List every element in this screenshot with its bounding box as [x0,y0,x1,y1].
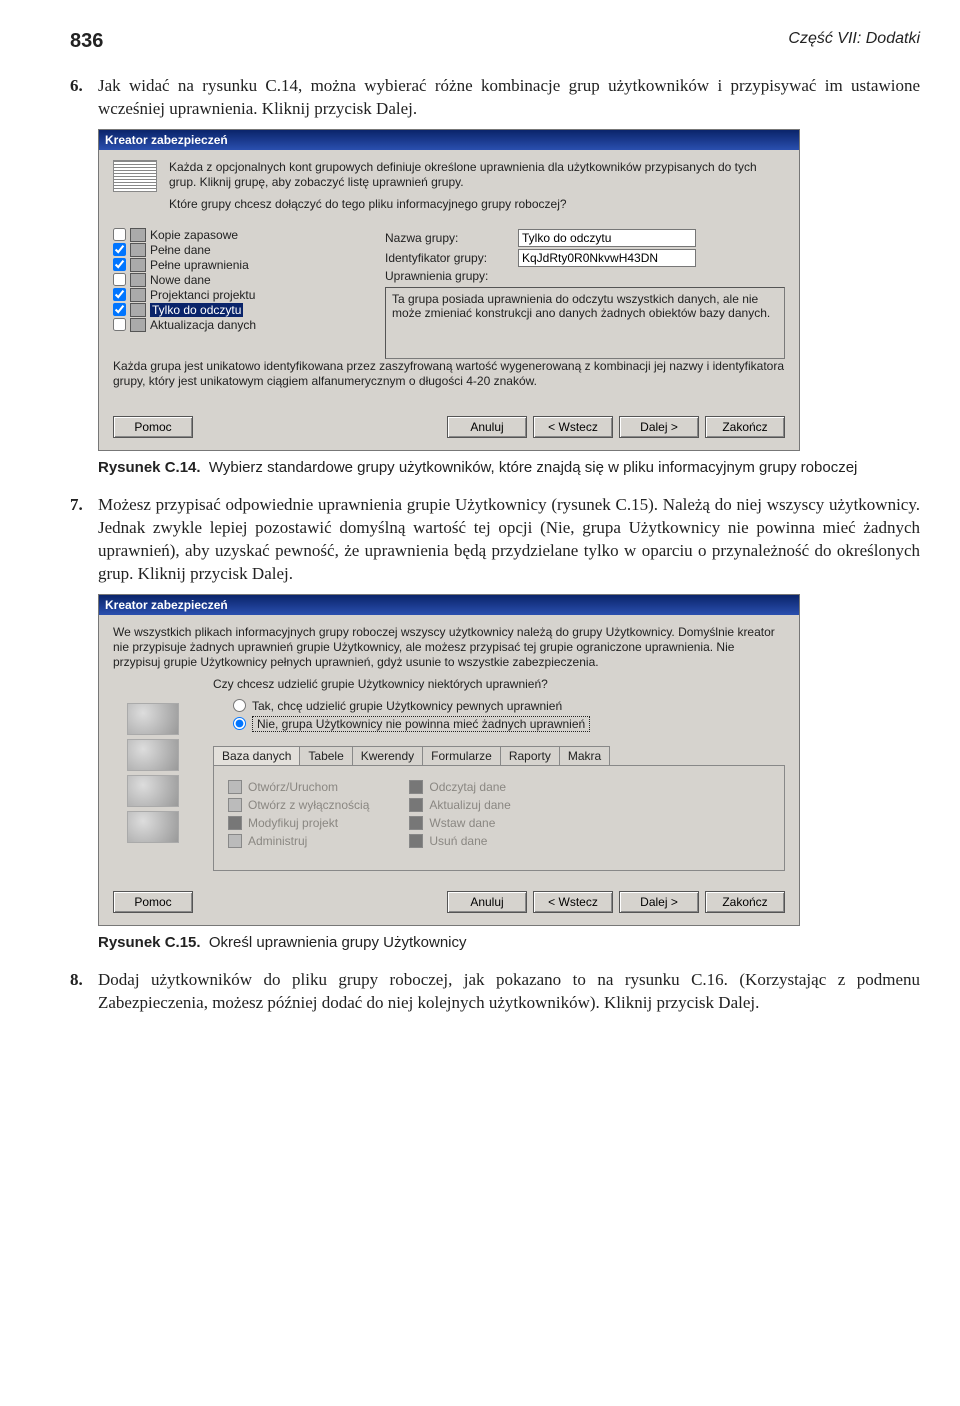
checkbox-kopie-zapasowe[interactable] [113,228,126,241]
side-icons [113,699,195,847]
group-label[interactable]: Projektanci projektu [150,288,255,302]
perm-label: Odczytaj dane [429,780,506,794]
caption-label: Rysunek C.14. [98,459,201,476]
checkbox-pelne-uprawnienia[interactable] [113,258,126,271]
help-button[interactable]: Pomoc [113,891,193,913]
checkbox-disabled [228,816,242,830]
caption-label: Rysunek C.15. [98,934,201,951]
help-button[interactable]: Pomoc [113,416,193,438]
cancel-button[interactable]: Anuluj [447,891,527,913]
checkbox-disabled [409,816,423,830]
caption-text: Wybierz standardowe grupy użytkowników, … [209,459,857,476]
next-button[interactable]: Dalej > [619,891,699,913]
security-wizard-dialog-2: Kreator zabezpieczeń We wszystkich plika… [98,594,800,926]
back-button[interactable]: < Wstecz [533,891,613,913]
permission-tabs: Baza danych Tabele Kwerendy Formularze R… [213,746,785,765]
checkbox-nowe-dane[interactable] [113,273,126,286]
checkbox-pelne-dane[interactable] [113,243,126,256]
group-icon [130,303,146,317]
group-icon [130,228,146,242]
paragraph-8: 8.Dodaj użytkowników do pliku grupy robo… [98,969,920,1015]
next-button[interactable]: Dalej > [619,416,699,438]
dialog-icon [113,160,157,192]
dialog2-intro: We wszystkich plikach informacyjnych gru… [113,625,785,670]
group-label[interactable]: Aktualizacja danych [150,318,256,332]
finish-button[interactable]: Zakończ [705,416,785,438]
group-list: Kopie zapasowe Pełne dane Pełne uprawnie… [113,227,363,359]
radio-no[interactable] [233,717,246,730]
checkbox-disabled [409,780,423,794]
checkbox-disabled [409,834,423,848]
paragraph-7-text: Możesz przypisać odpowiednie uprawnienia… [98,495,920,583]
input-group-id[interactable] [518,249,696,267]
group-icon [130,288,146,302]
tab-formularze[interactable]: Formularze [422,746,501,765]
group-icon [130,243,146,257]
list-number-6: 6. [70,75,98,98]
paragraph-7: 7.Możesz przypisać odpowiednie uprawnien… [98,494,920,586]
security-wizard-dialog-1: Kreator zabezpieczeń Każda z opcjonalnyc… [98,129,800,451]
checkbox-disabled [409,798,423,812]
group-label[interactable]: Pełne uprawnienia [150,258,249,272]
dialog-titlebar: Kreator zabezpieczeń [99,595,799,615]
page-header: 836 Część VII: Dodatki [70,30,920,53]
page-number: 836 [70,30,103,53]
checkbox-disabled [228,798,242,812]
tab-tabele[interactable]: Tabele [299,746,352,765]
group-label-selected[interactable]: Tylko do odczytu [150,303,243,317]
checkbox-aktualizacja[interactable] [113,318,126,331]
key-icon [127,811,179,843]
label-group-perm: Uprawnienia grupy: [385,269,510,283]
dialog1-note: Każda grupa jest unikatowo identyfikowan… [113,359,785,389]
radio-yes-label[interactable]: Tak, chcę udzielić grupie Użytkownicy pe… [252,699,562,713]
tab-baza-danych[interactable]: Baza danych [213,746,300,765]
perm-label: Aktualizuj dane [429,798,510,812]
radio-no-label[interactable]: Nie, grupa Użytkownicy nie powinna mieć … [252,716,590,732]
input-group-name[interactable] [518,229,696,247]
paragraph-8-text: Dodaj użytkowników do pliku grupy robocz… [98,970,920,1012]
group-label[interactable]: Nowe dane [150,273,211,287]
group-icon [130,273,146,287]
list-number-7: 7. [70,494,98,517]
back-button[interactable]: < Wstecz [533,416,613,438]
users-icon [127,739,179,771]
paragraph-6: 6.Jak widać na rysunku C.14, można wybie… [98,75,920,121]
tab-kwerendy[interactable]: Kwerendy [352,746,423,765]
figure-caption-c14: Rysunek C.14. Wybierz standardowe grupy … [98,459,920,476]
paragraph-6-text: Jak widać na rysunku C.14, można wybiera… [98,76,920,118]
group-perm-description: Ta grupa posiada uprawnienia do odczytu … [385,287,785,359]
group-icon [130,258,146,272]
perm-label: Otwórz/Uruchom [248,780,338,794]
checkbox-tylko-do-odczytu[interactable] [113,303,126,316]
tab-makra[interactable]: Makra [559,746,610,765]
checkbox-disabled [228,834,242,848]
caption-text: Określ uprawnienia grupy Użytkownicy [209,934,467,951]
group-icon [130,318,146,332]
tab-panel: Otwórz/Uruchom Otwórz z wyłącznością Mod… [213,765,785,871]
users-icon [127,775,179,807]
checkbox-projektanci[interactable] [113,288,126,301]
dialog1-intro1: Każda z opcjonalnych kont grupowych defi… [169,160,785,190]
dialog2-question: Czy chcesz udzielić grupie Użytkownicy n… [213,677,785,692]
dialog1-intro2: Które grupy chcesz dołączyć do tego plik… [169,197,785,212]
cancel-button[interactable]: Anuluj [447,416,527,438]
dialog-titlebar: Kreator zabezpieczeń [99,130,799,150]
perm-label: Otwórz z wyłącznością [248,798,369,812]
label-group-name: Nazwa grupy: [385,231,510,245]
tab-raporty[interactable]: Raporty [500,746,560,765]
perm-label: Administruj [248,834,307,848]
checkbox-disabled [228,780,242,794]
list-number-8: 8. [70,969,98,992]
label-group-id: Identyfikator grupy: [385,251,510,265]
users-icon [127,703,179,735]
group-label[interactable]: Pełne dane [150,243,211,257]
radio-yes[interactable] [233,699,246,712]
perm-label: Modyfikuj projekt [248,816,338,830]
perm-label: Wstaw dane [429,816,495,830]
figure-caption-c15: Rysunek C.15. Określ uprawnienia grupy U… [98,934,920,951]
finish-button[interactable]: Zakończ [705,891,785,913]
perm-label: Usuń dane [429,834,487,848]
group-label[interactable]: Kopie zapasowe [150,228,238,242]
section-title: Część VII: Dodatki [788,30,920,53]
